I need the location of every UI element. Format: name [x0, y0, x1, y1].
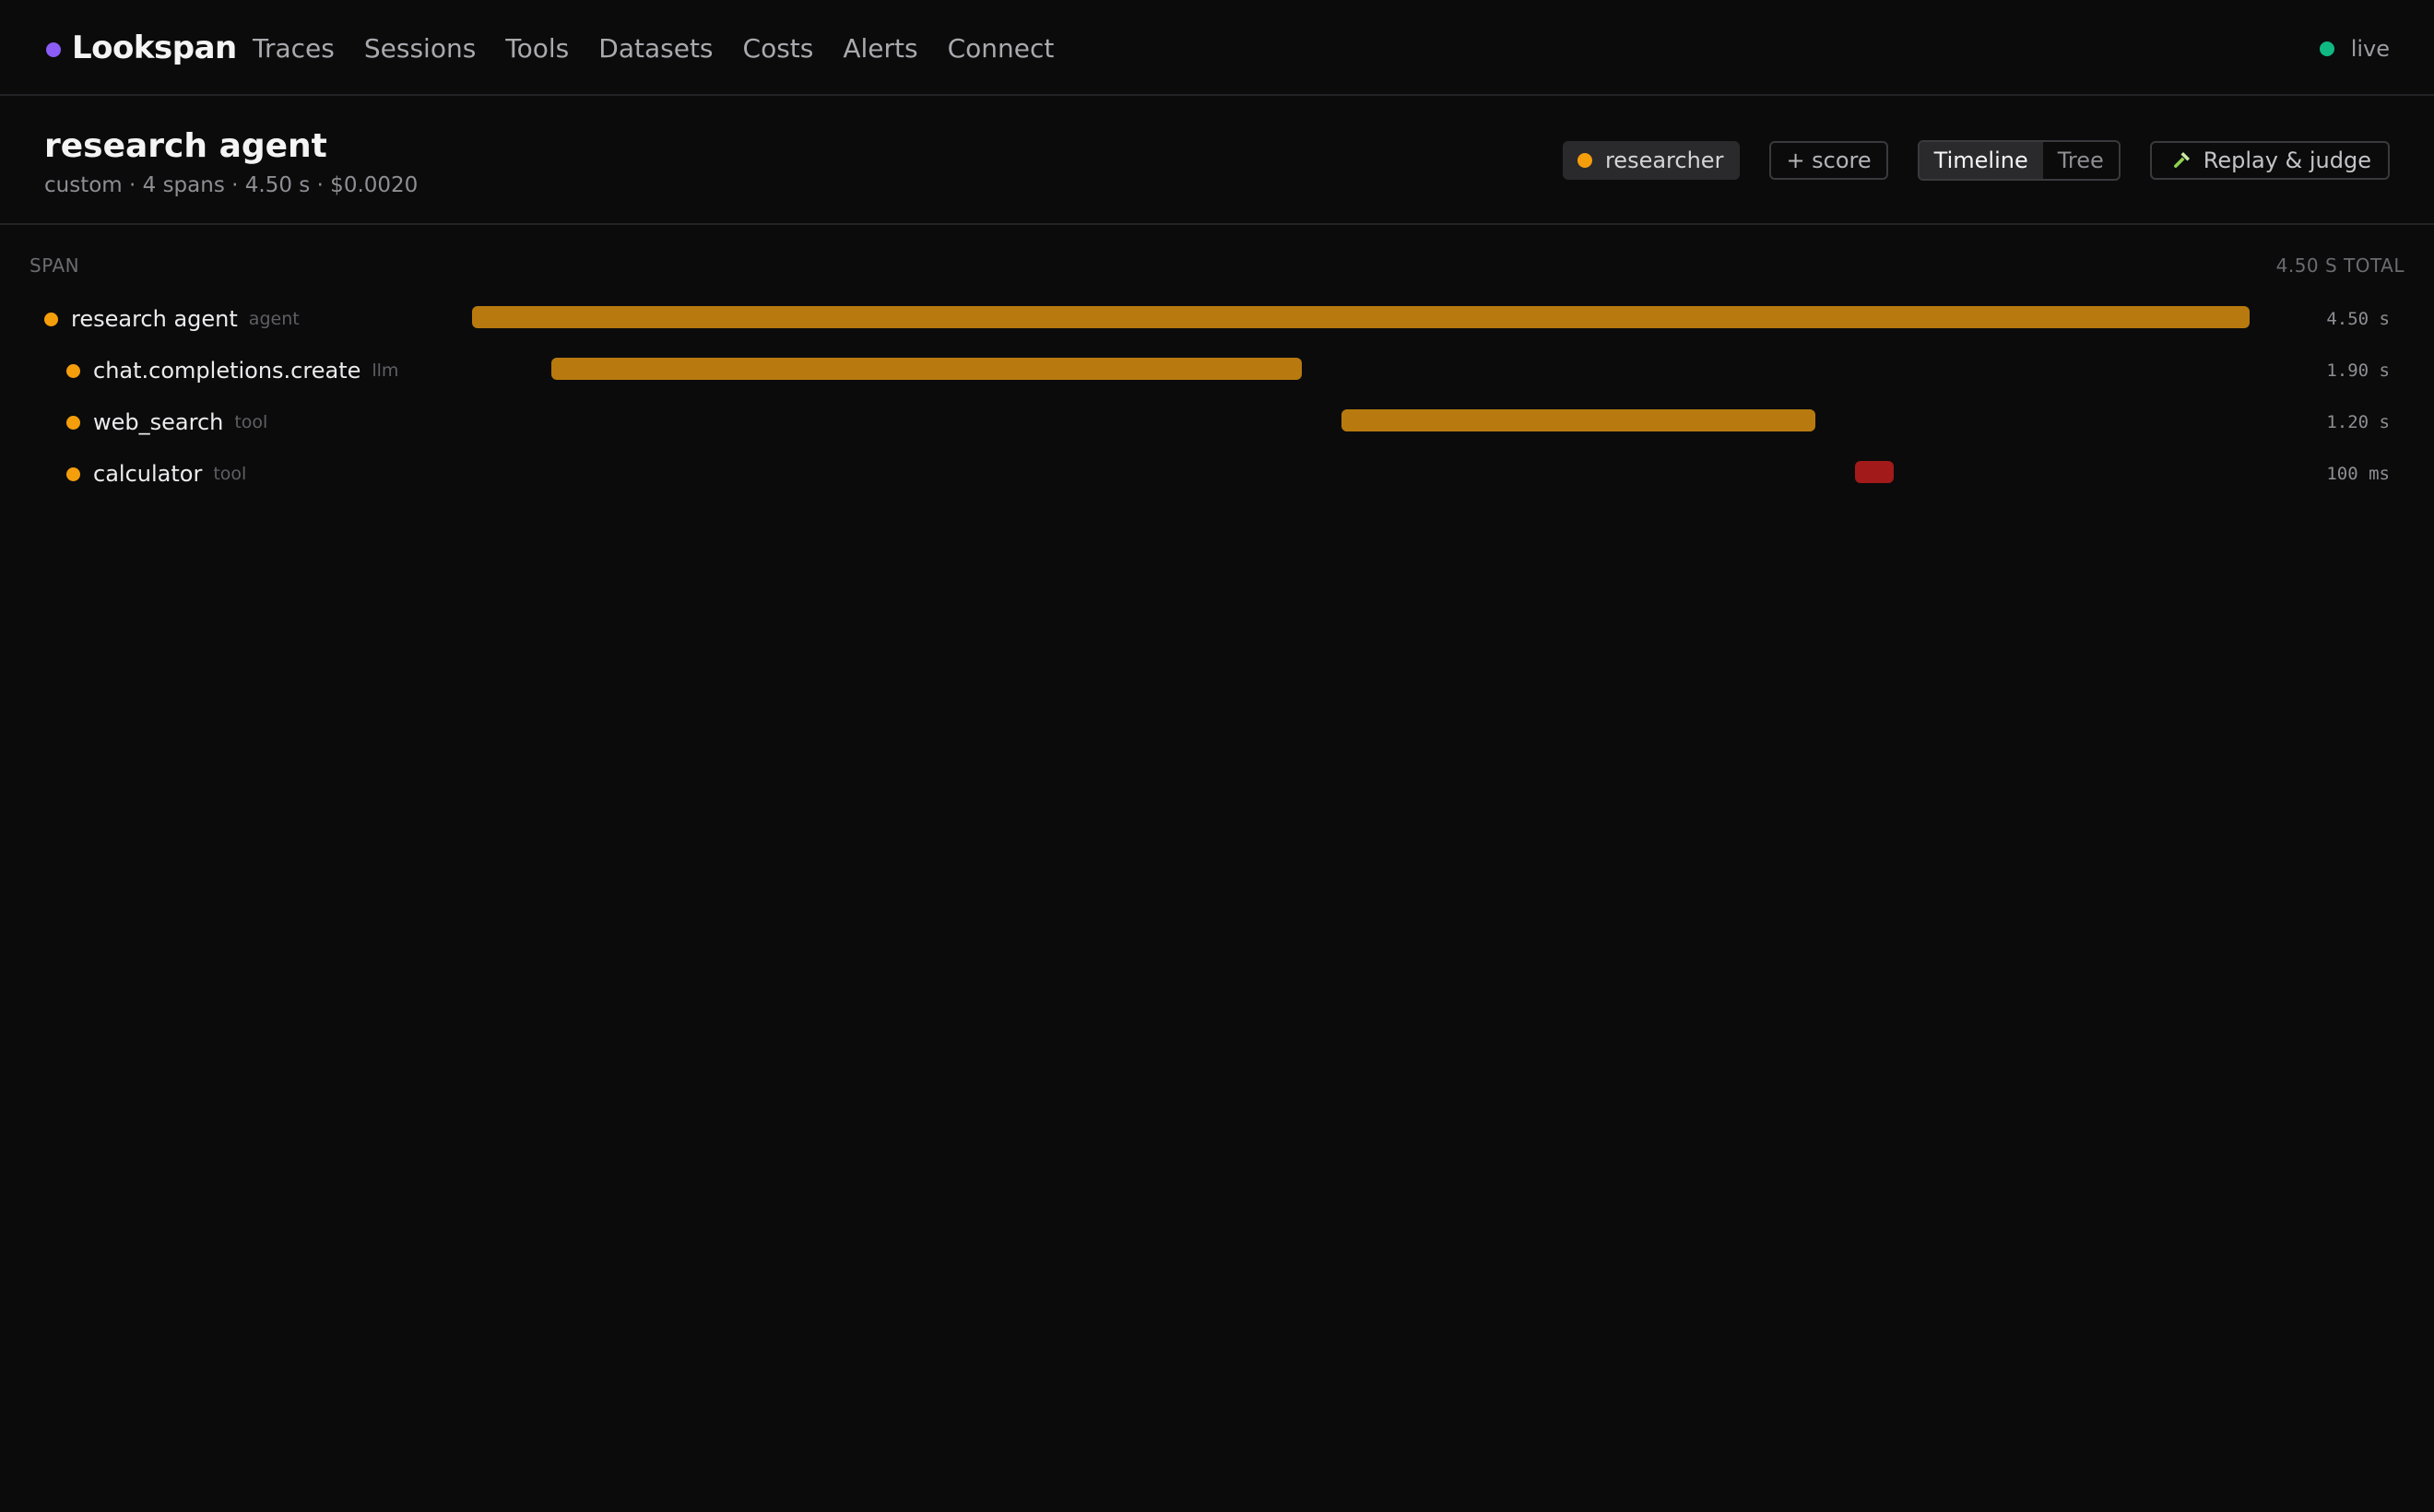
span-kind: tool — [213, 464, 247, 484]
span-row[interactable]: calculator tool 100 ms — [0, 448, 2434, 500]
add-score-button[interactable]: + score — [1769, 141, 1888, 180]
span-name: research agent — [71, 306, 238, 332]
agent-badge[interactable]: researcher — [1562, 141, 1741, 180]
span-label[interactable]: research agent agent — [44, 293, 300, 345]
total-duration-header: 4.50 s total — [2275, 254, 2404, 277]
span-row[interactable]: chat.completions.create llm 1.90 s — [0, 345, 2434, 396]
trace-actions: researcher + score Timeline Tree Replay … — [1562, 140, 2390, 181]
span-duration-bar[interactable] — [550, 358, 1302, 380]
brand-logo[interactable]: Lookspan — [46, 28, 237, 68]
hammer-icon — [2173, 152, 2190, 168]
span-status-dot-icon — [66, 363, 80, 378]
trace-title: research agent — [44, 127, 327, 165]
span-status-dot-icon — [66, 467, 80, 481]
span-kind: llm — [372, 360, 399, 381]
span-duration-bar[interactable] — [472, 306, 2250, 328]
span-name: calculator — [93, 461, 203, 487]
timeline-header: Span 4.50 s total — [0, 254, 2434, 282]
nav-item-datasets[interactable]: Datasets — [598, 33, 713, 64]
replay-judge-label: Replay & judge — [2203, 148, 2371, 173]
trace-meta: custom · 4 spans · 4.50 s · $0.0020 — [44, 173, 419, 197]
agent-dot-icon — [1577, 153, 1592, 168]
span-duration-bar[interactable] — [1341, 409, 1815, 431]
nav-item-alerts[interactable]: Alerts — [843, 33, 917, 64]
live-status: live — [2319, 31, 2390, 66]
span-row[interactable]: web_search tool 1.20 s — [0, 396, 2434, 448]
agent-badge-label: researcher — [1604, 148, 1724, 173]
span-name: web_search — [93, 409, 224, 435]
span-kind: tool — [234, 412, 268, 432]
span-duration-label: 1.90 s — [2326, 360, 2390, 381]
span-duration-bar[interactable] — [1854, 461, 1895, 483]
brand-dot-icon — [46, 42, 61, 57]
span-label[interactable]: calculator tool — [66, 448, 246, 500]
span-status-dot-icon — [44, 312, 58, 326]
nav-item-sessions[interactable]: Sessions — [364, 33, 476, 64]
view-toggle: Timeline Tree — [1917, 140, 2121, 181]
nav-item-traces[interactable]: Traces — [253, 33, 335, 64]
span-kind: agent — [248, 309, 300, 329]
live-status-label: live — [2350, 36, 2390, 62]
top-nav-bar: Lookspan Traces Sessions Tools Datasets … — [0, 0, 2434, 96]
span-duration-label: 100 ms — [2326, 464, 2390, 484]
span-duration-label: 1.20 s — [2326, 412, 2390, 432]
span-row[interactable]: research agent agent 4.50 s — [0, 293, 2434, 345]
view-tree-tab[interactable]: Tree — [2043, 142, 2119, 179]
span-status-dot-icon — [66, 415, 80, 430]
live-status-dot-icon — [2319, 41, 2334, 56]
nav-item-costs[interactable]: Costs — [743, 33, 814, 64]
replay-judge-button[interactable]: Replay & judge — [2149, 141, 2390, 180]
span-label[interactable]: web_search tool — [66, 396, 267, 448]
span-label[interactable]: chat.completions.create llm — [66, 345, 398, 396]
span-duration-label: 4.50 s — [2326, 309, 2390, 329]
view-timeline-tab[interactable]: Timeline — [1919, 142, 2043, 179]
brand-name: Lookspan — [72, 30, 237, 66]
main-nav: Traces Sessions Tools Datasets Costs Ale… — [253, 28, 1083, 68]
span-name: chat.completions.create — [93, 358, 361, 384]
nav-item-connect[interactable]: Connect — [948, 33, 1055, 64]
span-column-header: Span — [30, 254, 80, 277]
trace-header: research agent custom · 4 spans · 4.50 s… — [0, 96, 2434, 225]
nav-item-tools[interactable]: Tools — [505, 33, 569, 64]
